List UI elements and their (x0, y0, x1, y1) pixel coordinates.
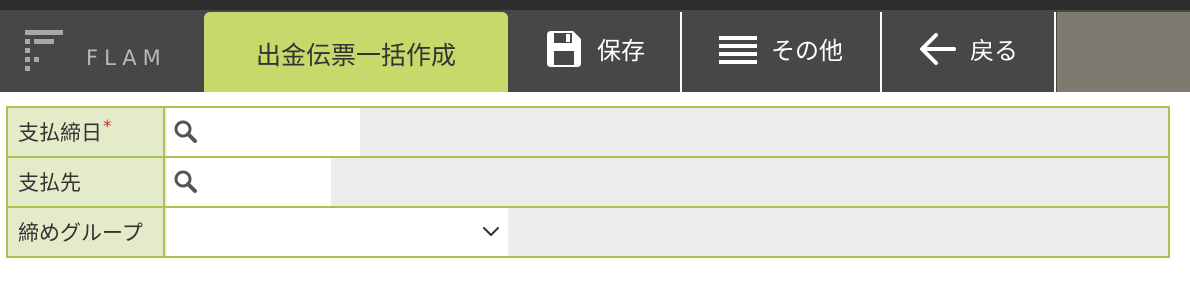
top-toolbar: FLAM 出金伝票一括作成 保存 その他 戻る (0, 0, 1190, 92)
label-text: 支払先 (18, 171, 81, 195)
chevron-down-icon[interactable] (482, 226, 500, 238)
search-form: 支払締日 * 支払先 締めグループ (6, 106, 1170, 258)
flam-logo[interactable]: FLAM (22, 26, 182, 72)
form-row-closing-group: 締めグループ (8, 208, 1168, 258)
other-label: その他 (771, 36, 843, 65)
search-icon[interactable] (173, 169, 199, 195)
closing-group-select[interactable] (167, 208, 508, 256)
toolbar-separator (1054, 12, 1056, 92)
form-row-payment-closing-date: 支払締日 * (8, 108, 1168, 158)
search-icon[interactable] (173, 119, 199, 145)
payment-closing-date-field[interactable] (167, 108, 360, 156)
flam-logo-mark-icon (25, 30, 63, 71)
payee-field[interactable] (167, 158, 331, 206)
other-menu-button[interactable]: その他 (682, 12, 880, 92)
label-text: 締めグループ (18, 221, 143, 245)
save-label: 保存 (597, 36, 645, 65)
save-button[interactable]: 保存 (510, 12, 680, 92)
save-icon (547, 31, 581, 67)
form-row-payee: 支払先 (8, 158, 1168, 208)
hamburger-menu-icon (719, 36, 757, 64)
back-label: 戻る (970, 36, 1018, 65)
label-text: 支払締日 (18, 121, 102, 145)
field-label: 締めグループ (8, 208, 165, 256)
field-label: 支払締日 * (8, 108, 165, 156)
payment-closing-date-input[interactable] (203, 111, 360, 153)
tab-label: 出金伝票一括作成 (255, 41, 456, 70)
required-mark: * (103, 117, 112, 137)
logo-text: FLAM (86, 46, 167, 70)
field-label: 支払先 (8, 158, 165, 206)
back-button[interactable]: 戻る (882, 12, 1054, 92)
tab-bulk-payment-slip[interactable]: 出金伝票一括作成 (204, 12, 508, 92)
toolbar-empty-slot (1057, 12, 1190, 92)
toolbar-top-stripe (0, 0, 1190, 10)
arrow-left-icon (920, 33, 956, 65)
payee-input[interactable] (203, 161, 331, 203)
